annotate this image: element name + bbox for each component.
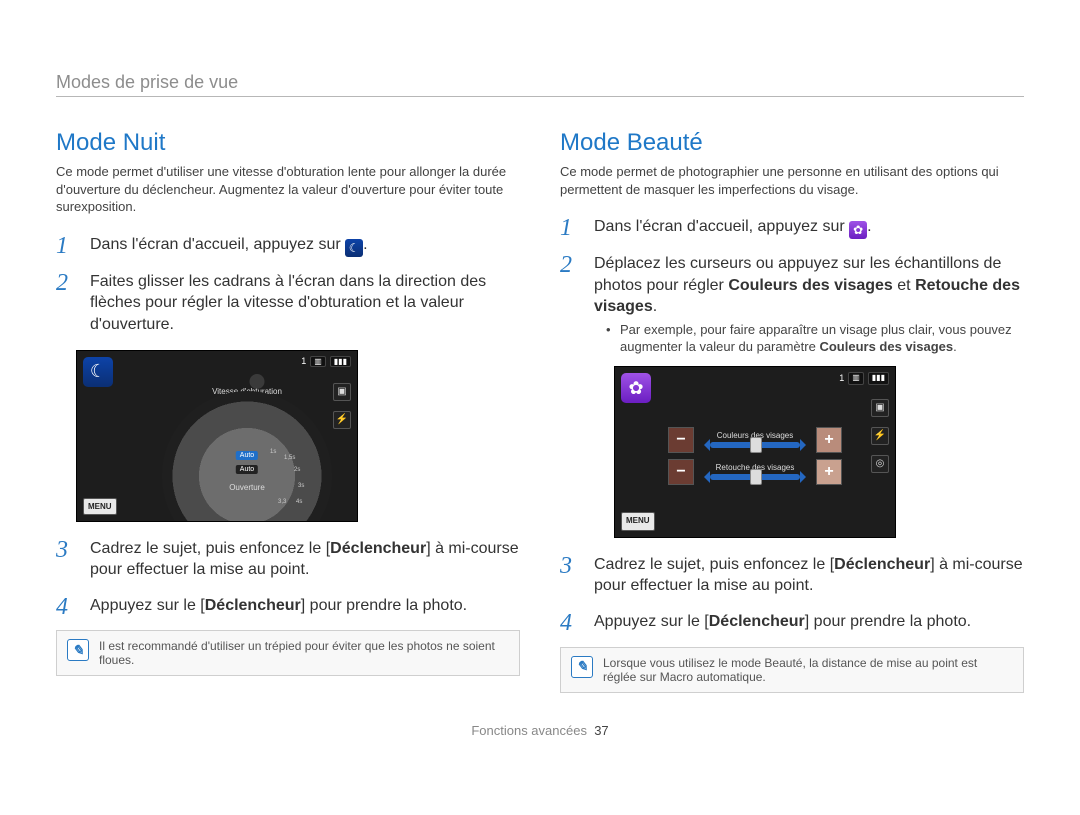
beauty-step-1: Dans l'écran d'accueil, appuyez sur ✿. bbox=[560, 216, 1024, 239]
beauty-step-4: Appuyez sur le [Déclencheur] pour prendr… bbox=[560, 611, 1024, 633]
heading-beauty: Mode Beauté bbox=[560, 129, 1024, 157]
sample-plus-icon: + bbox=[816, 459, 842, 485]
beauty-step-3: Cadrez le sujet, puis enfoncez le [Décle… bbox=[560, 554, 1024, 597]
dial-auto-aperture: Auto bbox=[236, 465, 258, 474]
beauty-mode-icon: ✿ bbox=[621, 373, 651, 403]
night-mode-icon: ☾ bbox=[345, 239, 363, 257]
beauty-mode-icon: ✿ bbox=[849, 221, 867, 239]
battery-icon: ▮▮▮ bbox=[330, 356, 351, 367]
info-icon: ✎ bbox=[67, 639, 89, 661]
menu-button: MENU bbox=[83, 498, 117, 515]
display-toggle-icon: ▣ bbox=[871, 399, 889, 417]
sample-plus-icon: + bbox=[816, 427, 842, 453]
flash-icon: ⚡ bbox=[871, 427, 889, 445]
exposure-dial: Auto Auto Ouverture 1s 1,5s 2s 3s 4s 3,3 bbox=[162, 391, 332, 522]
aperture-label: Ouverture bbox=[229, 483, 265, 492]
intro-night: Ce mode permet d'utiliser une vitesse d'… bbox=[56, 163, 520, 216]
slider-retouche bbox=[710, 474, 800, 480]
slider-row-couleurs: − Couleurs des visages + bbox=[668, 427, 842, 453]
page-footer: Fonctions avancées 37 bbox=[56, 723, 1024, 738]
night-mode-icon: ☾ bbox=[83, 357, 113, 387]
focus-icon: ◎ bbox=[871, 455, 889, 473]
dial-auto-shutter: Auto bbox=[236, 451, 258, 460]
slider-couleurs bbox=[710, 442, 800, 448]
heading-night: Mode Nuit bbox=[56, 129, 520, 157]
section-night-mode: Mode Nuit Ce mode permet d'utiliser une … bbox=[56, 129, 520, 693]
battery-icon: ▮▮▮ bbox=[868, 372, 889, 385]
menu-button: MENU bbox=[621, 512, 655, 531]
night-note: ✎ Il est recommandé d'utiliser un trépie… bbox=[56, 630, 520, 676]
flash-icon: ⚡ bbox=[333, 411, 351, 429]
night-step-2: Faites glisser les cadrans à l'écran dan… bbox=[56, 271, 520, 336]
sd-icon: ▥ bbox=[310, 356, 326, 367]
display-toggle-icon: ▣ bbox=[333, 383, 351, 401]
section-beauty-mode: Mode Beauté Ce mode permet de photograph… bbox=[560, 129, 1024, 693]
beauty-step-2-sub: Par exemple, pour faire apparaître un vi… bbox=[594, 322, 1024, 356]
sample-minus-icon: − bbox=[668, 427, 694, 453]
night-step-3: Cadrez le sujet, puis enfoncez le [Décle… bbox=[56, 538, 520, 581]
info-icon: ✎ bbox=[571, 656, 593, 678]
breadcrumb: Modes de prise de vue bbox=[56, 72, 1024, 97]
beauty-note: ✎ Lorsque vous utilisez le mode Beauté, … bbox=[560, 647, 1024, 693]
night-step-4: Appuyez sur le [Déclencheur] pour prendr… bbox=[56, 595, 520, 617]
beauty-lcd: ✿ 1 ▥ ▮▮▮ ▣ ⚡ ◎ − bbox=[614, 366, 896, 538]
shots-remaining: 1 bbox=[301, 356, 306, 366]
night-step-1: Dans l'écran d'accueil, appuyez sur ☾. bbox=[56, 234, 520, 257]
beauty-step-2: Déplacez les curseurs ou appuyez sur les… bbox=[560, 253, 1024, 538]
night-lcd: ☾ 1 ▥ ▮▮▮ ▣ ⚡ Vitesse d'obturation Auto … bbox=[76, 350, 358, 522]
shots-remaining: 1 bbox=[839, 372, 844, 384]
slider-row-retouche: − Retouche des visages + bbox=[668, 459, 842, 485]
sd-icon: ▥ bbox=[848, 372, 864, 385]
intro-beauty: Ce mode permet de photographier une pers… bbox=[560, 163, 1024, 198]
sample-minus-icon: − bbox=[668, 459, 694, 485]
